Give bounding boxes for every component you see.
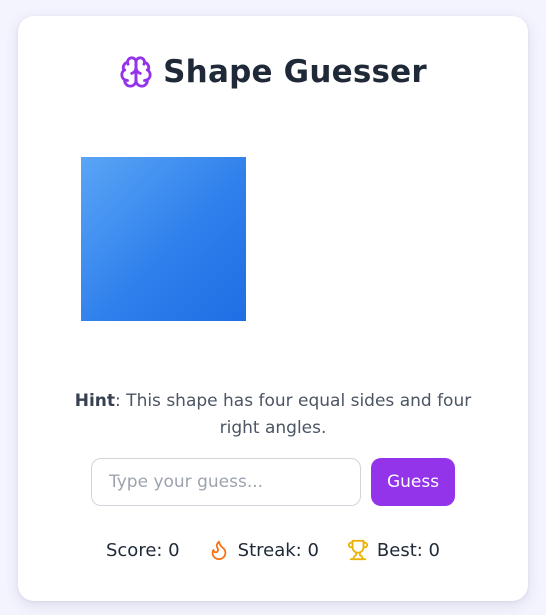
hint-label: Hint [74, 391, 116, 411]
hint-text: Hint: This shape has four equal sides an… [58, 388, 488, 442]
shape-square [81, 157, 246, 321]
header: Shape Guesser [18, 54, 528, 90]
best-label: Best: 0 [376, 539, 441, 561]
stats-bar: Score: 0 Streak: 0 Best: 0 [18, 536, 528, 564]
guess-input[interactable] [91, 458, 361, 506]
page-title: Shape Guesser [163, 54, 427, 90]
stat-streak: Streak: 0 [208, 539, 319, 561]
game-card: Shape Guesser Hint: This shape has four … [18, 16, 528, 601]
trophy-icon [347, 539, 369, 561]
streak-label: Streak: 0 [237, 539, 319, 561]
guess-button[interactable]: Guess [371, 458, 455, 506]
stat-best: Best: 0 [347, 539, 440, 561]
score-label: Score: 0 [105, 539, 180, 561]
stat-score: Score: 0 [106, 540, 180, 561]
flame-icon [208, 539, 230, 561]
brain-icon [119, 55, 153, 89]
hint-body: : This shape has four equal sides and fo… [115, 391, 472, 438]
